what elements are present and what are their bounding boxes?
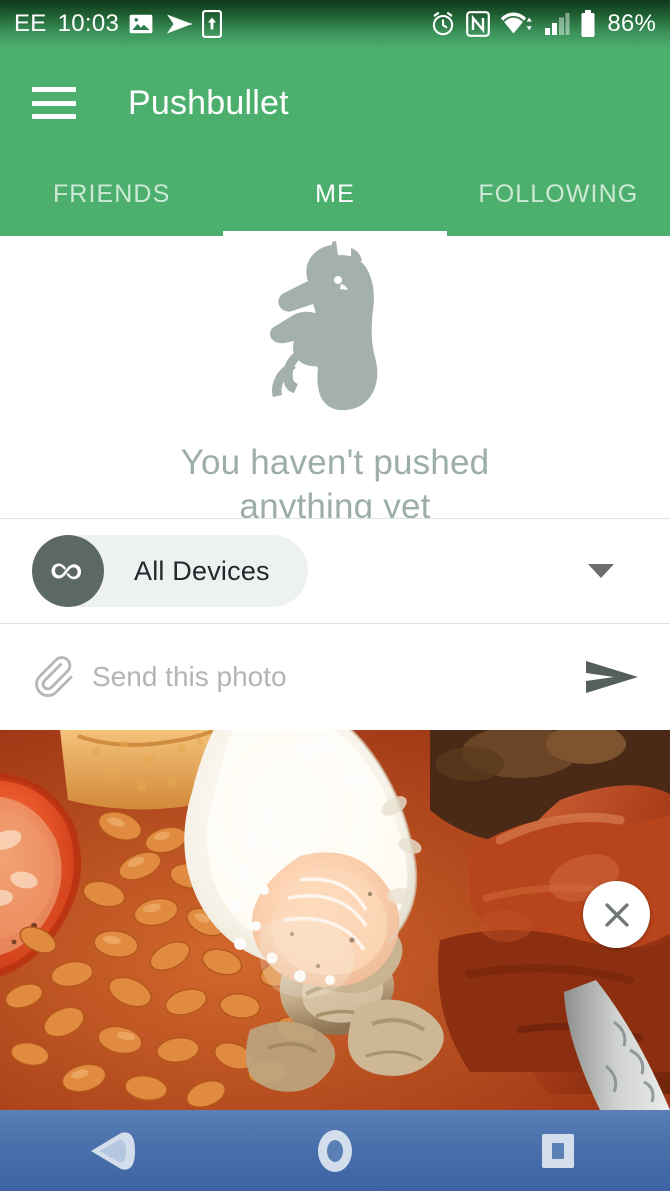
share-arrow-icon [163,12,193,36]
clock-label: 10:03 [57,10,120,37]
tab-following[interactable]: FOLLOWING [447,158,670,236]
hamburger-menu-icon[interactable] [32,87,76,119]
nfc-icon [466,11,491,37]
battery-percent-label: 86% [607,10,656,37]
usb-transfer-icon [202,10,223,38]
send-arrow-icon[interactable] [584,657,640,697]
tab-me[interactable]: ME [223,158,447,236]
wifi-icon [500,11,534,37]
device-selector-row[interactable]: All Devices [0,518,670,624]
status-bar-left: EE 10:03 [14,10,430,38]
phone-screen: EE 10:03 86% Pushbullet FRIENDS ME FOLLO… [0,0,670,1191]
infinity-icon [32,535,104,607]
compose-input[interactable] [92,661,584,693]
paperclip-icon[interactable] [30,653,74,702]
back-triangle-icon[interactable] [52,1110,172,1191]
page-title: Pushbullet [128,83,289,122]
photo-icon [128,11,154,37]
device-chip-label: All Devices [134,555,270,586]
compose-row [0,624,670,730]
status-bar: EE 10:03 86% [0,0,670,48]
battery-icon [580,10,596,38]
tab-friends[interactable]: FRIENDS [0,158,223,236]
app-bar: Pushbullet [0,48,670,158]
home-circle-icon[interactable] [275,1110,395,1191]
recents-square-icon[interactable] [498,1110,618,1191]
empty-state-line-2: anything yet [239,487,431,518]
system-navigation-bar [0,1110,670,1191]
tab-bar: FRIENDS ME FOLLOWING [0,158,670,236]
empty-state: You haven't pushed anything yet [0,236,670,518]
close-photo-button[interactable] [583,881,650,948]
carrier-label: EE [14,10,47,37]
empty-state-text: You haven't pushed anything yet [181,441,490,518]
device-chip[interactable]: All Devices [32,535,308,607]
photo-preview[interactable] [0,730,670,1110]
cellular-signal-icon [544,12,570,36]
unicorn-icon [235,238,435,423]
status-bar-right: 86% [430,10,656,38]
alarm-icon [430,11,456,37]
chevron-down-icon[interactable] [588,564,614,578]
empty-state-line-1: You haven't pushed [180,443,490,482]
